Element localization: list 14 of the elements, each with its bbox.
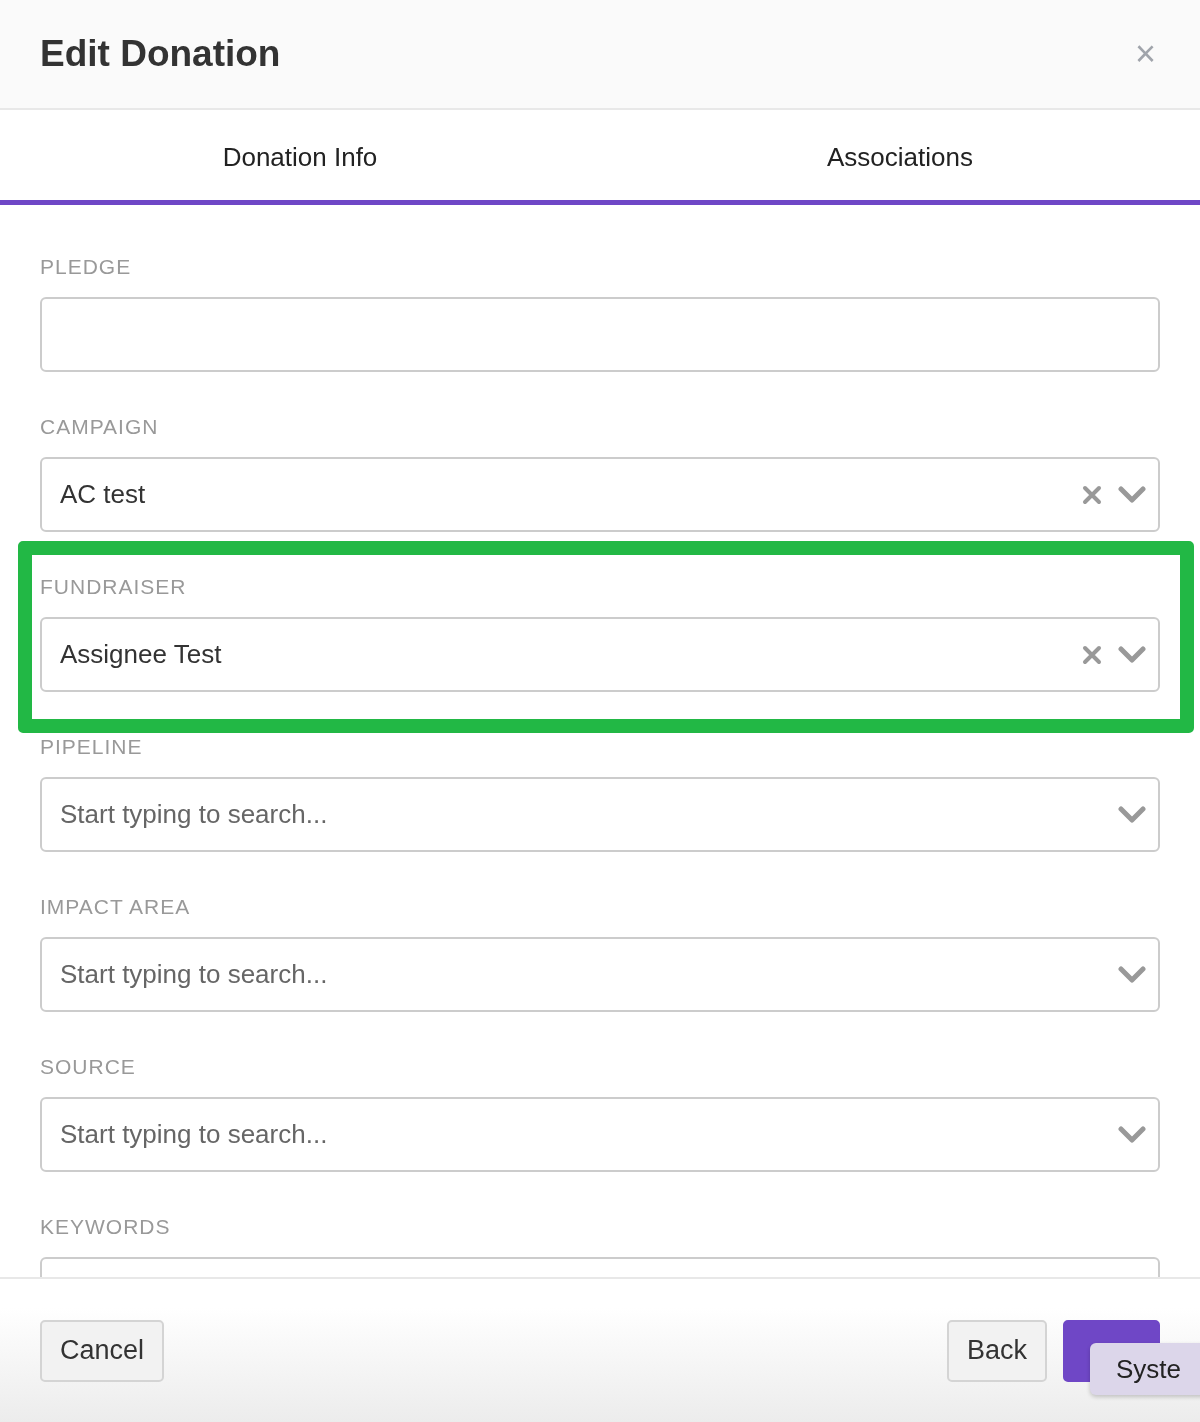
field-label: CAMPAIGN <box>40 415 160 439</box>
field-label: KEYWORDS <box>40 1215 172 1239</box>
field-label: PLEDGE <box>40 255 133 279</box>
field-label: SOURCE <box>40 1055 137 1079</box>
select-placeholder: Start typing to search... <box>60 1119 329 1150</box>
select-value: AC test <box>60 479 147 510</box>
select-value: Assignee Test <box>60 639 223 670</box>
modal-title: Edit Donation <box>40 33 281 75</box>
select-placeholder: Start typing to search... <box>60 799 329 830</box>
field-label: FUNDRAISER <box>40 575 188 599</box>
field-label: IMPACT AREA <box>40 895 192 919</box>
select-placeholder: Start typing to search... <box>60 959 329 990</box>
tooltip: Syste <box>1090 1343 1200 1395</box>
field-label: PIPELINE <box>40 735 144 759</box>
